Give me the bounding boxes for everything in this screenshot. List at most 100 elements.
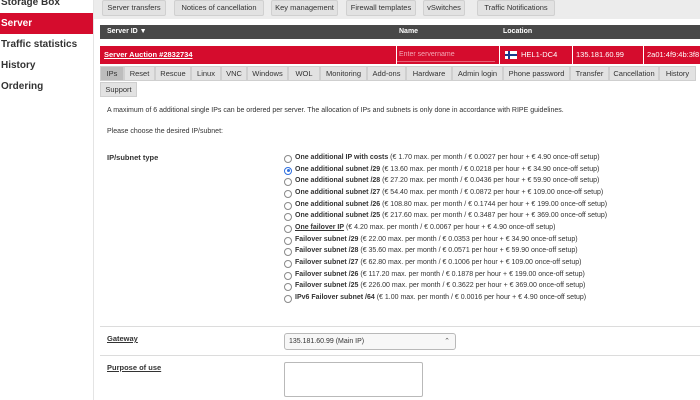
subnet-option-price: (€ 117.20 max. per month / € 0.1878 per …	[358, 270, 585, 278]
subnet-option-label: Failover subnet /26 (€ 117.20 max. per m…	[295, 271, 585, 278]
tab-support[interactable]: Support	[100, 82, 137, 97]
firewall-templates-button[interactable]: Firewall templates	[346, 0, 416, 16]
sidebar-item-traffic-statistics[interactable]: Traffic statistics	[0, 34, 93, 55]
subnet-option-price: (€ 54.40 max. per month / € 0.0872 per h…	[380, 188, 604, 196]
sidebar-item-history[interactable]: History	[0, 55, 93, 76]
subnet-option-label: One failover IP (€ 4.20 max. per month /…	[295, 224, 555, 231]
radio-button[interactable]	[284, 166, 292, 175]
subnet-option-label: One additional subnet /27 (€ 54.40 max. …	[295, 189, 603, 196]
datacenter-label: HEL1-DC4	[521, 50, 558, 59]
subnet-option-price: (€ 108.80 max. per month / € 0.1744 per …	[380, 200, 608, 208]
tab-monitoring[interactable]: Monitoring	[320, 66, 367, 81]
column-divider	[499, 46, 500, 64]
tab-ips[interactable]: IPs	[100, 66, 124, 81]
choose-subnet-prompt: Please choose the desired IP/subnet:	[107, 128, 223, 135]
radio-button[interactable]	[284, 201, 292, 210]
tab-cancellation[interactable]: Cancellation	[609, 66, 659, 81]
radio-button[interactable]	[284, 294, 292, 303]
subnet-option-price: (€ 13.60 max. per month / € 0.0218 per h…	[380, 165, 600, 173]
tab-phone-password[interactable]: Phone password	[503, 66, 570, 81]
subnet-option-name: One additional subnet /25	[295, 212, 381, 220]
subnet-option-name: Failover subnet /29	[295, 235, 359, 243]
column-name: Name	[399, 28, 419, 35]
subnet-option-label: Failover subnet /25 (€ 226.00 max. per m…	[295, 282, 585, 289]
radio-button[interactable]	[284, 271, 292, 280]
radio-button[interactable]	[284, 224, 292, 233]
radio-button[interactable]	[284, 213, 292, 222]
radio-button[interactable]	[284, 236, 292, 245]
subnet-option-price: (€ 22.00 max. per month / € 0.0353 per h…	[358, 235, 578, 243]
tab-vnc[interactable]: VNC	[221, 66, 247, 81]
subnet-option-name: Failover subnet /25	[295, 282, 359, 290]
purpose-textarea[interactable]	[284, 362, 423, 397]
subnet-type-label: IP/subnet type	[107, 153, 159, 162]
subnet-option-name: One additional subnet /27	[295, 188, 381, 196]
tab-add-ons[interactable]: Add-ons	[367, 66, 406, 81]
subnet-option-label: IPv6 Failover subnet /64 (€ 1.00 max. pe…	[295, 294, 586, 301]
subnet-option-name: One additional IP with costs	[295, 154, 389, 161]
notices-of-cancellation-button[interactable]: Notices of cancellation	[174, 0, 264, 16]
gateway-selected-value: 135.181.60.99 (Main IP)	[289, 338, 365, 345]
column-location: Location	[503, 28, 533, 35]
column-divider	[572, 46, 573, 64]
tab-transfer[interactable]: Transfer	[570, 66, 609, 81]
divider	[100, 355, 700, 356]
subnet-option-label: One additional subnet /28 (€ 27.20 max. …	[295, 177, 599, 184]
subnet-option-label: One additional IP with costs (€ 1.70 max…	[295, 154, 600, 161]
server-table-header: Server ID ▼ Name Location	[100, 25, 700, 39]
subnet-option-price: (€ 35.60 max. per month / € 0.0571 per h…	[358, 247, 578, 255]
ipv4-address: 135.181.60.99	[576, 50, 624, 59]
key-management-button[interactable]: Key management	[271, 0, 338, 16]
sidebar-item-storage-box[interactable]: Storage Box	[0, 0, 93, 13]
subnet-option-name: One additional subnet /28	[295, 177, 381, 185]
tab-history[interactable]: History	[659, 66, 696, 81]
subnet-option-name: One additional subnet /29	[295, 165, 381, 173]
traffic-notifications-button[interactable]: Traffic Notifications	[477, 0, 555, 16]
tab-admin-login[interactable]: Admin login	[452, 66, 503, 81]
radio-button[interactable]	[284, 178, 292, 187]
gateway-label: Gateway	[107, 334, 138, 343]
subnet-option-price: (€ 62.80 max. per month / € 0.1006 per h…	[358, 258, 582, 266]
gateway-select[interactable]: 135.181.60.99 (Main IP) ⌃	[284, 333, 456, 350]
sidebar-item-server[interactable]: Server	[0, 13, 93, 34]
subnet-option-price: (€ 27.20 max. per month / € 0.0436 per h…	[380, 177, 600, 185]
sidebar-item-ordering[interactable]: Ordering	[0, 76, 93, 97]
subnet-option-name: Failover subnet /27	[295, 258, 359, 266]
subnet-option-price: (€ 4.20 max. per month / € 0.0067 per ho…	[344, 223, 556, 231]
subnet-option-label: One additional subnet /29 (€ 13.60 max. …	[295, 166, 599, 173]
subnet-option-name: One failover IP	[295, 223, 345, 231]
chevron-down-icon: ⌃	[444, 338, 450, 345]
subnet-option-name: One additional subnet /26	[295, 200, 381, 208]
subnet-option-label: Failover subnet /27 (€ 62.80 max. per mo…	[295, 259, 581, 266]
server-row[interactable]: Server Auction #2832734 HEL1-DC4 135.181…	[100, 46, 700, 64]
subnet-option-label: Failover subnet /29 (€ 22.00 max. per mo…	[295, 236, 578, 243]
divider	[100, 326, 700, 327]
tab-reset[interactable]: Reset	[124, 66, 155, 81]
radio-button[interactable]	[284, 248, 292, 257]
purpose-label: Purpose of use	[107, 363, 162, 372]
finland-flag-icon	[505, 51, 517, 59]
tab-wol[interactable]: WOL	[288, 66, 320, 81]
radio-button[interactable]	[284, 259, 292, 268]
tab-hardware[interactable]: Hardware	[406, 66, 452, 81]
column-server-id[interactable]: Server ID ▼	[107, 28, 147, 35]
subnet-option-label: One additional subnet /25 (€ 217.60 max.…	[295, 212, 607, 219]
server-link[interactable]: Server Auction #2832734	[104, 46, 193, 64]
tab-linux[interactable]: Linux	[191, 66, 221, 81]
subnet-option-label: Failover subnet /28 (€ 35.60 max. per mo…	[295, 247, 578, 254]
radio-button[interactable]	[284, 283, 292, 292]
servername-input[interactable]	[397, 48, 495, 62]
sidebar: Storage Box Server Traffic statistics Hi…	[0, 0, 94, 400]
tab-rescue[interactable]: Rescue	[155, 66, 191, 81]
ip-limit-notice: A maximum of 6 additional single IPs can…	[107, 107, 564, 114]
subnet-option-name: Failover subnet /28	[295, 247, 359, 255]
radio-button[interactable]	[284, 155, 292, 163]
server-transfers-button[interactable]: Server transfers	[102, 0, 166, 16]
vswitches-button[interactable]: vSwitches	[423, 0, 465, 16]
subnet-option-price: (€ 1.70 max. per month / € 0.0027 per ho…	[388, 154, 600, 161]
tab-windows[interactable]: Windows	[247, 66, 288, 81]
radio-button[interactable]	[284, 189, 292, 198]
subnet-option-name: IPv6 Failover subnet /64	[295, 293, 375, 301]
column-divider	[643, 46, 644, 64]
subnet-option-name: Failover subnet /26	[295, 270, 359, 278]
